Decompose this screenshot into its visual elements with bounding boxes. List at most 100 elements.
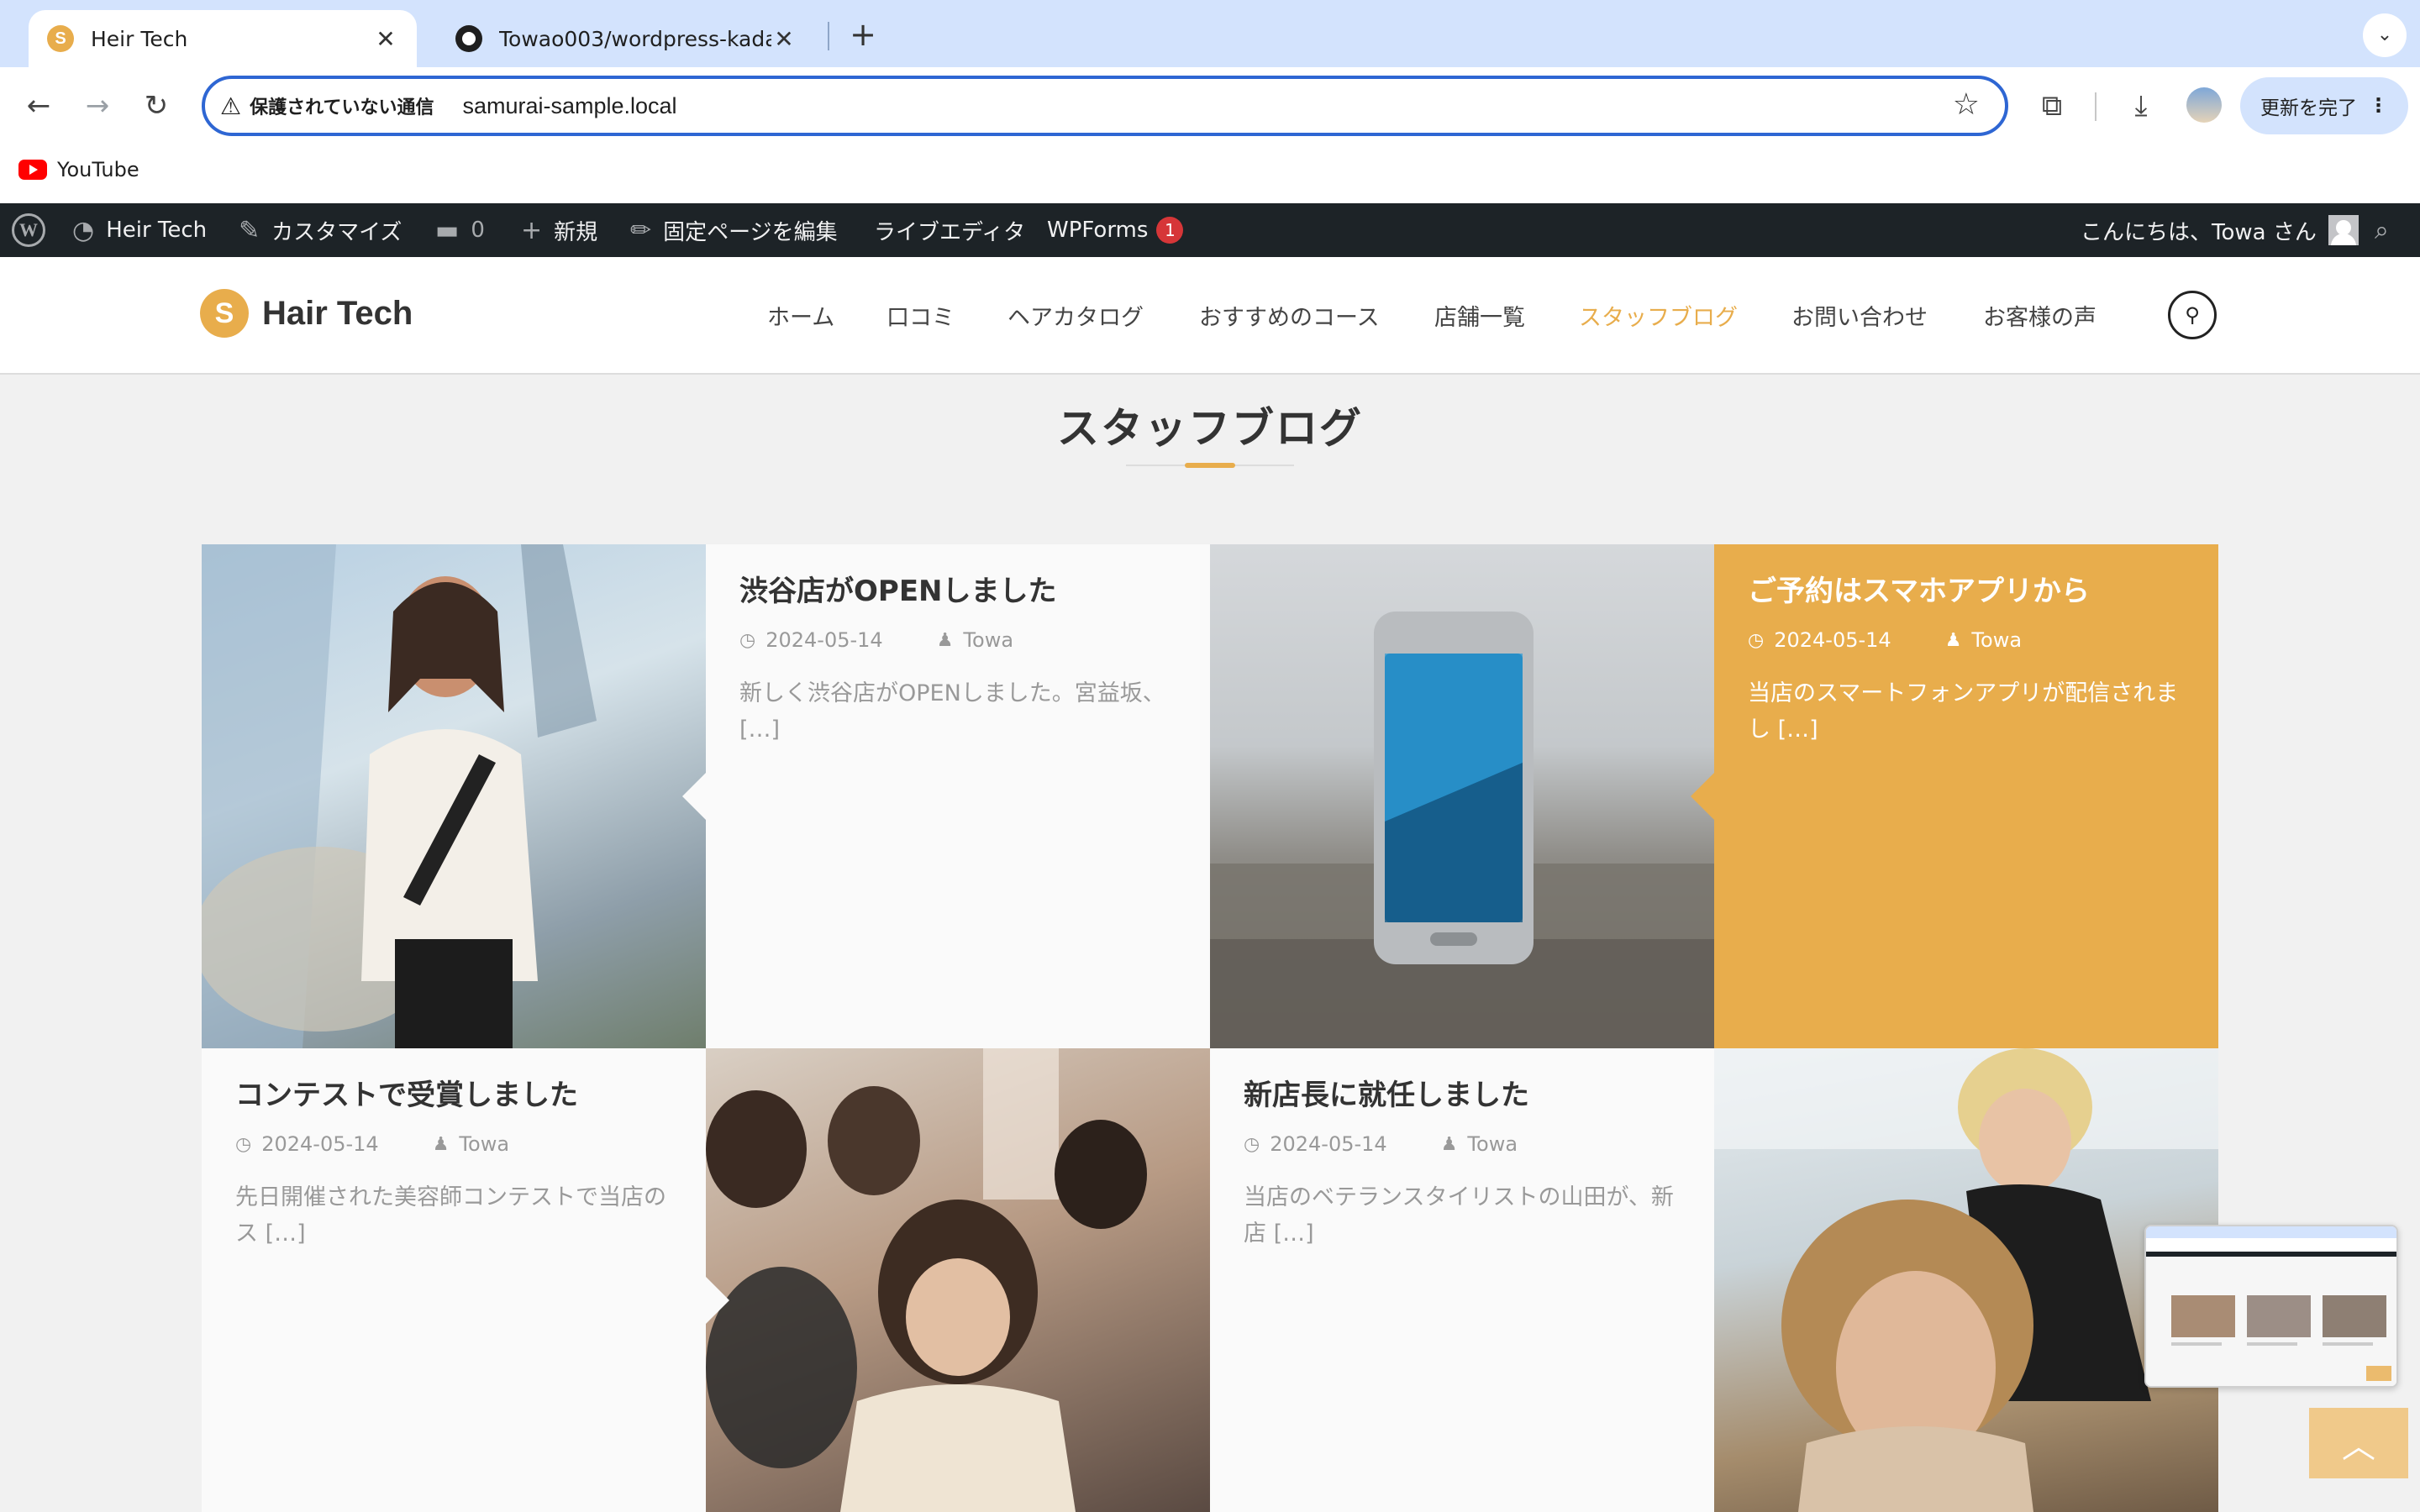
admin-site-name[interactable]: ◔ Heir Tech — [72, 203, 207, 257]
reload-icon[interactable]: ↻ — [136, 86, 176, 126]
kebab-menu-icon[interactable]: ⋮ — [2369, 95, 2388, 117]
screenshot-thumbnail-preview[interactable] — [2144, 1225, 2398, 1388]
url-text[interactable]: samurai-sample.local — [462, 93, 676, 119]
bookmark-star-icon[interactable]: ☆ — [1953, 87, 1980, 122]
post-author-name[interactable]: Towa — [459, 1132, 509, 1156]
post-image-stylist[interactable] — [1714, 1048, 2218, 1512]
wordpress-icon: W — [12, 213, 45, 247]
logo-mark-icon: S — [200, 289, 249, 338]
admin-wpforms-label: WPForms — [1047, 218, 1149, 243]
address-bar[interactable]: ⚠ 保護されていない通信 samurai-sample.local ☆ — [202, 76, 2008, 136]
plus-icon: + — [521, 215, 543, 245]
admin-wpforms[interactable]: WPForms 1 — [1047, 203, 1184, 257]
admin-edit-page[interactable]: ✏ 固定ページを編集 — [630, 203, 838, 257]
user-icon: ♟ — [432, 1133, 450, 1155]
user-icon: ♟ — [936, 629, 954, 651]
admin-new[interactable]: + 新規 — [521, 203, 597, 257]
post-excerpt: 新しく渋谷店がOPENしました。宮益坂、[…] — [739, 680, 1165, 743]
post-meta: ◷ 2024-05-14 ♟ Towa — [1244, 1132, 1681, 1156]
pencil-icon: ✏ — [630, 215, 652, 245]
post-title[interactable]: コンテストで受賞しました — [235, 1077, 672, 1114]
admin-customize-label: カスタマイズ — [271, 219, 402, 245]
wordpress-logo-icon[interactable]: W — [12, 203, 45, 257]
warning-icon[interactable]: ⚠ — [220, 92, 241, 120]
post-image-salon[interactable] — [706, 1048, 1210, 1512]
admin-greeting: こんにちは、Towa さん — [2081, 219, 2317, 245]
post-excerpt: 当店のベテランスタイリストの山田が、新店 […] — [1244, 1184, 1674, 1247]
github-icon — [455, 25, 482, 52]
update-button[interactable]: 更新を完了 ⋮ — [2240, 77, 2408, 134]
user-icon: ♟ — [1440, 1133, 1458, 1155]
profile-avatar[interactable] — [2186, 87, 2222, 123]
close-tab-icon[interactable]: ✕ — [373, 25, 398, 53]
nav-recommended-course[interactable]: おすすめのコース — [1199, 299, 1380, 332]
site-header: S Hair Tech ホーム 口コミ ヘアカタログ おすすめのコース 店舗一覧… — [0, 257, 2420, 375]
post-image-woman[interactable] — [202, 544, 706, 1048]
new-tab-button[interactable]: + — [842, 13, 884, 55]
wpforms-notification-badge: 1 — [1156, 217, 1184, 244]
title-accent-bar — [1185, 463, 1235, 468]
post-author-name[interactable]: Towa — [963, 628, 1013, 652]
post-card-highlight[interactable]: ご予約はスマホアプリから ◷ 2024-05-14 ♟ Towa 当店のスマート… — [1714, 544, 2218, 1048]
admin-comments[interactable]: ▬ 0 — [435, 203, 485, 257]
admin-customize[interactable]: ✎ カスタマイズ — [239, 203, 402, 257]
bookmark-label: YouTube — [57, 158, 139, 181]
tab-title: Heir Tech — [91, 26, 188, 51]
admin-search[interactable]: ⌕ — [2375, 203, 2389, 257]
nav-home[interactable]: ホーム — [767, 299, 834, 332]
post-author: ♟ Towa — [1945, 628, 2022, 652]
user-icon: ♟ — [1944, 629, 1962, 651]
card-pointer-arrow — [706, 1277, 729, 1324]
tab-search-chevron-icon[interactable]: ⌄ — [2363, 13, 2407, 57]
bookmark-youtube[interactable]: YouTube — [18, 158, 139, 181]
forward-arrow-icon[interactable]: → — [77, 86, 118, 126]
nav-reviews[interactable]: 口コミ — [886, 299, 955, 332]
card-pointer-arrow — [1691, 773, 1714, 820]
extensions-puzzle-icon[interactable]: ⧉ — [2030, 84, 2074, 128]
search-icon: ⌕ — [2375, 215, 2389, 245]
post-date: 2024-05-14 — [1270, 1132, 1387, 1157]
post-meta: ◷ 2024-05-14 ♟ Towa — [235, 1132, 672, 1156]
woman-photo — [202, 544, 597, 1048]
nav-store-list[interactable]: 店舗一覧 — [1434, 299, 1525, 332]
clock-icon: ◷ — [1748, 629, 1765, 651]
nav-contact[interactable]: お問い合わせ — [1791, 299, 1928, 332]
clock-icon: ◷ — [235, 1133, 252, 1155]
bookmarks-bar: YouTube — [0, 144, 2420, 203]
youtube-icon — [18, 160, 47, 180]
post-author-name[interactable]: Towa — [1467, 1132, 1518, 1156]
tab-title: Towao003/wordpress-kadai — [499, 26, 771, 51]
post-title[interactable]: 渋谷店がOPENしました — [739, 573, 1176, 610]
post-date: 2024-05-14 — [261, 1132, 379, 1157]
site-search-icon[interactable]: ⚲ — [2168, 291, 2217, 339]
post-meta: ◷ 2024-05-14 ♟ Towa — [1748, 628, 2185, 652]
brush-icon: ✎ — [239, 215, 260, 245]
nav-staff-blog[interactable]: スタッフブログ — [1579, 299, 1738, 332]
close-tab-icon[interactable]: ✕ — [771, 25, 797, 53]
post-image-phone[interactable] — [1210, 544, 1714, 1048]
wp-admin-bar: W ◔ Heir Tech ✎ カスタマイズ ▬ 0 + 新規 ✏ 固定ページを… — [0, 203, 2420, 257]
salon-photo — [706, 1048, 1147, 1512]
nav-customer-voice[interactable]: お客様の声 — [1983, 299, 2096, 332]
download-icon[interactable]: ⤓ — [2119, 84, 2163, 128]
thumbnail-image — [2146, 1226, 2396, 1386]
post-title[interactable]: ご予約はスマホアプリから — [1748, 573, 2185, 610]
tab-github[interactable]: Towao003/wordpress-kadai ✕ — [437, 10, 815, 67]
logo-text: Hair Tech — [262, 294, 413, 332]
toolbar-separator — [2095, 92, 2096, 121]
back-arrow-icon[interactable]: ← — [18, 86, 59, 126]
back-to-top-button[interactable]: ︿ — [2309, 1408, 2408, 1478]
admin-account[interactable]: こんにちは、Towa さん — [2081, 203, 2359, 257]
post-author-name[interactable]: Towa — [1971, 628, 2022, 652]
admin-live-editor[interactable]: ライブエディタ — [874, 203, 1025, 257]
site-logo[interactable]: S Hair Tech — [200, 289, 413, 338]
browser-toolbar: ← → ↻ ⚠ 保護されていない通信 samurai-sample.local … — [0, 67, 2420, 144]
stylist-photo — [1714, 1048, 2218, 1512]
post-card[interactable]: コンテストで受賞しました ◷ 2024-05-14 ♟ Towa 先日開催された… — [202, 1048, 706, 1512]
post-card[interactable]: 新店長に就任しました ◷ 2024-05-14 ♟ Towa 当店のベテランスタ… — [1210, 1048, 1714, 1512]
tab-heir-tech[interactable]: S Heir Tech ✕ — [29, 10, 417, 67]
post-card[interactable]: 渋谷店がOPENしました ◷ 2024-05-14 ♟ Towa 新しく渋谷店が… — [706, 544, 1210, 1048]
nav-hair-catalog[interactable]: ヘアカタログ — [1007, 299, 1144, 332]
security-label[interactable]: 保護されていない通信 — [250, 92, 434, 119]
post-title[interactable]: 新店長に就任しました — [1244, 1077, 1681, 1114]
